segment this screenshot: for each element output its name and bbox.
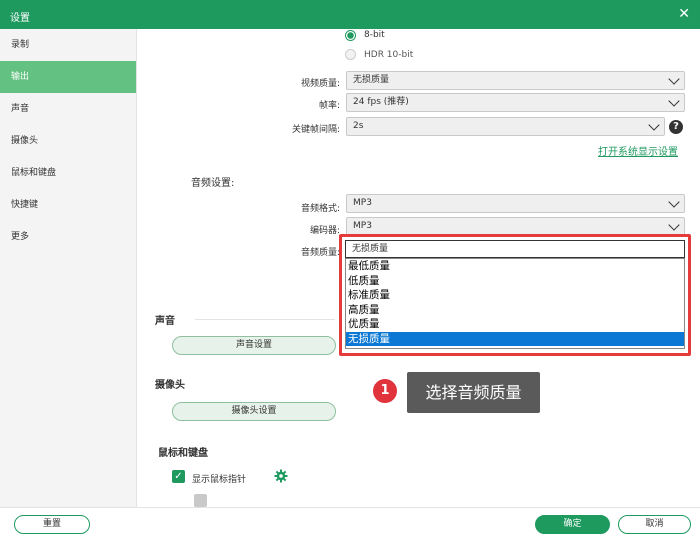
sound-settings-button[interactable]: 声音设置 <box>172 336 336 355</box>
audio-quality-option[interactable]: 高质量 <box>346 303 684 318</box>
sidebar-item-record[interactable]: 录制 <box>0 29 136 61</box>
audio-format-value: MP3 <box>353 198 372 208</box>
sidebar-item-label: 声音 <box>11 104 30 114</box>
fps-value: 24 fps (推荐) <box>353 97 409 107</box>
show-cursor-checkbox[interactable]: ✓ <box>172 470 185 483</box>
camera-settings-button[interactable]: 摄像头设置 <box>172 402 336 421</box>
radio-disabled-icon <box>345 49 356 60</box>
sidebar-item-output[interactable]: 输出 <box>0 61 136 93</box>
camera-section-title: 摄像头 <box>155 380 185 391</box>
sidebar-item-label: 摄像头 <box>11 136 39 146</box>
system-display-settings-link[interactable]: 打开系统显示设置 <box>598 143 678 158</box>
audio-quality-value: 无损质量 <box>352 244 389 254</box>
keyframe-value: 2s <box>353 121 364 131</box>
close-icon[interactable]: ✕ <box>678 6 690 22</box>
video-quality-value: 无损质量 <box>353 75 390 85</box>
audio-quality-option[interactable]: 优质量 <box>346 317 684 332</box>
fps-label: 帧率: <box>318 101 340 111</box>
encoder-label: 编码器: <box>309 226 340 236</box>
audio-quality-option[interactable]: 低质量 <box>346 274 684 289</box>
divider <box>195 319 335 320</box>
title-bar: 设置 ✕ <box>0 0 700 29</box>
sidebar-item-mouse-keyboard[interactable]: 鼠标和键盘 <box>0 157 136 189</box>
chevron-down-icon <box>668 196 680 208</box>
show-cursor-label: 显示鼠标指针 <box>192 475 247 485</box>
sidebar-item-label: 输出 <box>11 72 30 82</box>
audio-quality-options[interactable]: 最低质量 低质量 标准质量 高质量 优质量 无损质量 <box>345 258 685 349</box>
fps-select[interactable]: 24 fps (推荐) <box>346 93 685 112</box>
keyframe-label: 关键帧间隔: <box>291 125 340 135</box>
audio-settings-title: 音频设置: <box>191 178 235 189</box>
video-quality-label: 视频质量: <box>300 79 340 89</box>
sound-section-title: 声音 <box>155 316 175 327</box>
footer: 重置 确定 取消 <box>0 507 700 543</box>
reset-button[interactable]: 重置 <box>14 515 90 534</box>
audio-quality-option-selected[interactable]: 无损质量 <box>346 331 684 346</box>
gear-icon[interactable] <box>274 469 288 486</box>
sidebar-item-label: 快捷键 <box>11 200 39 210</box>
audio-quality-option[interactable]: 最低质量 <box>346 259 684 274</box>
help-icon[interactable]: ? <box>669 120 683 134</box>
step-tooltip: 选择音频质量 <box>407 372 540 413</box>
video-quality-select[interactable]: 无损质量 <box>346 71 685 90</box>
encoder-value: MP3 <box>353 221 372 231</box>
radio-checked-icon[interactable] <box>345 30 356 41</box>
ok-button[interactable]: 确定 <box>535 515 610 534</box>
sidebar: 录制 输出 声音 摄像头 鼠标和键盘 快捷键 更多 <box>0 29 137 507</box>
chevron-down-icon <box>668 95 680 107</box>
window-title: 设置 <box>10 13 30 24</box>
audio-format-label: 音频格式: <box>300 204 340 214</box>
radio-hdr10-label: HDR 10-bit <box>364 50 414 60</box>
sidebar-item-hotkeys[interactable]: 快捷键 <box>0 189 136 221</box>
sidebar-item-label: 更多 <box>11 232 30 242</box>
sidebar-item-label: 鼠标和键盘 <box>11 168 57 178</box>
sidebar-item-camera[interactable]: 摄像头 <box>0 125 136 157</box>
chevron-down-icon <box>668 73 680 85</box>
audio-format-select[interactable]: MP3 <box>346 194 685 213</box>
step-number-badge: 1 <box>371 377 399 405</box>
settings-content[interactable]: 8-bit HDR 10-bit 视频质量: 无损质量 帧率: 24 fps (… <box>137 29 700 507</box>
radio-8bit-label: 8-bit <box>364 30 385 40</box>
sidebar-item-label: 录制 <box>11 40 30 50</box>
radio-hdr10 <box>345 49 356 63</box>
sidebar-item-more[interactable]: 更多 <box>0 221 136 253</box>
cancel-button[interactable]: 取消 <box>618 515 691 534</box>
audio-quality-label: 音频质量: <box>300 248 340 258</box>
mouse-keyboard-section-title: 鼠标和键盘 <box>158 448 208 459</box>
audio-quality-select[interactable]: 无损质量 <box>345 240 685 258</box>
cursor-option-checkbox[interactable] <box>194 494 207 507</box>
audio-quality-option[interactable]: 标准质量 <box>346 288 684 303</box>
keyframe-select[interactable]: 2s <box>346 117 665 136</box>
sidebar-item-sound[interactable]: 声音 <box>0 93 136 125</box>
chevron-down-icon <box>648 119 660 131</box>
chevron-down-icon <box>668 219 680 231</box>
radio-8bit[interactable] <box>345 30 356 44</box>
